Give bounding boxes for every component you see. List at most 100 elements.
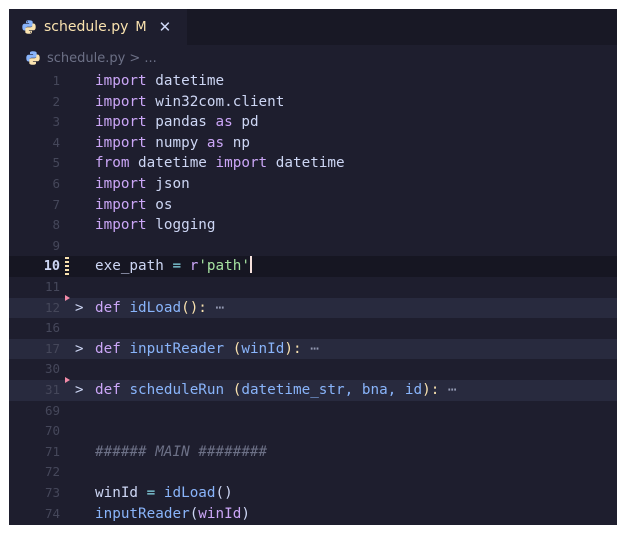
keyword: import [95, 73, 147, 89]
code-line[interactable]: 9 [9, 236, 617, 257]
deleted-line-marker [65, 377, 70, 383]
breadcrumb-separator[interactable]: > ... [129, 51, 156, 66]
parameters: datetime_str, bna, id [241, 382, 423, 398]
breadcrumb-file[interactable]: schedule.py [47, 51, 125, 66]
code-text: def idLoad(): ⋯ [95, 298, 224, 319]
code-text: from datetime import datetime [95, 153, 345, 174]
code-token: os [146, 196, 173, 213]
fold-chevron-icon[interactable]: > [75, 339, 83, 360]
fold-chevron-icon[interactable]: > [75, 298, 83, 319]
code-line[interactable]: 11 [9, 277, 617, 298]
code-token: logging [146, 217, 216, 234]
code-line[interactable]: 71 ###### MAIN ######## [9, 442, 617, 463]
keyword: from [95, 155, 130, 172]
fold-chevron-icon[interactable]: > [75, 380, 83, 401]
code-token: ( [189, 505, 199, 522]
code-line[interactable]: 30 [9, 359, 617, 380]
tab-schedule-py[interactable]: schedule.py M ✕ [9, 9, 187, 45]
code-text: import json [95, 174, 190, 195]
modified-line-marker [65, 257, 69, 276]
code-line[interactable]: 7 import os [9, 195, 617, 216]
code-token: () [215, 485, 233, 501]
keyword: def [95, 382, 121, 398]
line-number: 2 [52, 93, 60, 109]
folded-ellipsis[interactable]: ⋯ [302, 341, 319, 357]
code-line[interactable]: 1 import datetime [9, 71, 617, 92]
line-number: 10 [43, 258, 60, 275]
keyword: import [95, 176, 147, 192]
code-line[interactable]: 17 > def inputReader (winId): ⋯ [9, 338, 617, 360]
function-call: idLoad [163, 485, 216, 501]
keyword: import [95, 93, 147, 110]
code-text: def scheduleRun (datetime_str, bna, id):… [95, 380, 457, 401]
code-line[interactable]: 31 > def scheduleRun (datetime_str, bna, i… [9, 377, 617, 401]
argument: winId [198, 505, 242, 522]
function-name: idLoad [129, 299, 182, 316]
string-literal: 'path' [198, 258, 250, 275]
code-token: datetime [146, 73, 225, 89]
code-text: import os [95, 195, 172, 216]
line-number: 74 [44, 505, 60, 521]
code-line[interactable]: 73 winId = idLoad() [9, 483, 617, 504]
code-text: import numpy as np [95, 133, 250, 154]
code-line[interactable]: 70 [9, 421, 617, 442]
line-number: 71 [44, 443, 60, 459]
code-line[interactable]: 74 inputReader(winId) [9, 504, 617, 525]
keyword: as [215, 114, 233, 131]
code-text: inputReader(winId) [95, 504, 250, 525]
code-line[interactable]: 3 import pandas as pd [9, 112, 617, 133]
code-token: pandas [146, 114, 216, 131]
line-number: 30 [44, 361, 60, 377]
keyword: as [206, 134, 225, 151]
folded-ellipsis[interactable]: ⋯ [207, 300, 225, 316]
code-line[interactable]: 2 import win32com.client [9, 92, 617, 113]
keyword: def [95, 340, 121, 357]
line-number: 1 [52, 73, 60, 88]
python-icon [26, 51, 40, 65]
code-line[interactable]: 69 [9, 401, 617, 422]
close-icon[interactable]: ✕ [159, 18, 172, 36]
folded-ellipsis[interactable]: ⋯ [439, 382, 457, 398]
line-number: 16 [44, 320, 60, 336]
code-line[interactable]: 72 [9, 462, 617, 483]
comment: ###### MAIN ######## [95, 443, 268, 460]
line-number: 31 [44, 382, 60, 397]
code-text: import win32com.client [95, 92, 284, 113]
code-line[interactable]: 16 [9, 318, 617, 339]
line-number: 73 [44, 485, 60, 500]
keyword: import [95, 134, 147, 151]
paren: ): [422, 382, 440, 398]
line-number: 4 [52, 134, 60, 150]
code-line[interactable]: 6 import json [9, 174, 617, 195]
editor-window: schedule.py M ✕ schedule.py > ... 1 impor… [9, 9, 617, 525]
breadcrumb: schedule.py > ... [9, 47, 617, 69]
line-number: 11 [44, 279, 60, 294]
line-number: 3 [52, 114, 60, 130]
operator: = [163, 258, 190, 275]
line-number: 7 [52, 196, 60, 212]
deleted-line-marker [65, 294, 70, 301]
code-token: datetime [267, 155, 345, 172]
code-token: np [224, 134, 250, 151]
code-line[interactable]: 4 import numpy as np [9, 133, 617, 154]
code-token: win32com.client [146, 93, 285, 110]
code-line[interactable]: 12 > def idLoad(): ⋯ [9, 294, 617, 319]
code-line[interactable]: 10 exe_path = r'path' [9, 256, 617, 277]
function-name: scheduleRun [129, 382, 225, 398]
keyword: import [95, 196, 147, 213]
keyword: import [95, 114, 147, 131]
code-token: ) [241, 505, 250, 522]
line-number: 6 [52, 176, 60, 191]
code-text: def inputReader (winId): ⋯ [95, 339, 319, 360]
text-cursor [249, 256, 252, 274]
line-number: 5 [52, 155, 60, 171]
code-line[interactable]: 8 import logging [9, 215, 617, 236]
variable: exe_path [95, 258, 164, 275]
code-line[interactable]: 5 from datetime import datetime [9, 153, 617, 174]
code-text: import pandas as pd [95, 112, 259, 133]
line-number: 70 [44, 423, 60, 439]
python-icon [22, 20, 36, 34]
tab-filename: schedule.py [44, 19, 129, 35]
variable: winId [95, 485, 139, 501]
